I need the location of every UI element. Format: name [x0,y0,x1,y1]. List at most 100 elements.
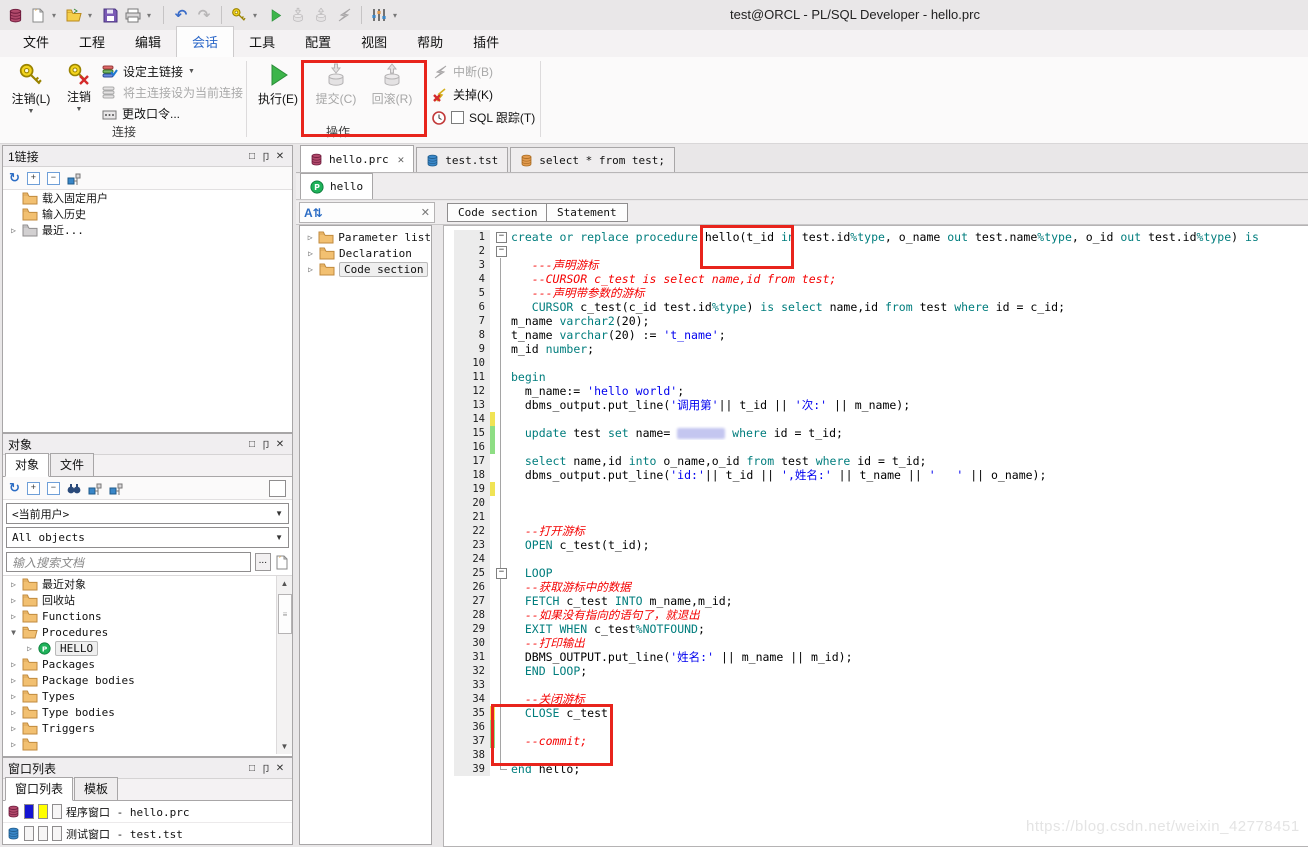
menu-插件[interactable]: 插件 [458,27,514,57]
code-line-20[interactable]: 20 [444,496,1308,510]
objects-item-Packages[interactable]: ▷ Packages [3,656,292,672]
code-line-12[interactable]: 12 m_name:= 'hello world'; [444,384,1308,398]
objects-item-item[interactable]: ▷ [3,736,292,752]
editor-tab-select * from test;[interactable]: select * from test; [510,147,676,172]
code-line-6[interactable]: 6 CURSOR c_test(c_id test.id%type) is se… [444,300,1308,314]
expand-arrow-icon[interactable]: ▷ [9,226,18,235]
objects-item-Functions[interactable]: ▷ Functions [3,608,292,624]
expand-arrow-icon[interactable]: ▷ [9,660,18,669]
close-session-button[interactable]: 关掉(K) [432,86,535,103]
expand-arrow-icon[interactable]: ▷ [25,644,34,653]
code-line-21[interactable]: 21 [444,510,1308,524]
user-filter-dropdown[interactable]: <当前用户> ▼ [6,503,289,524]
statement-button[interactable]: Statement [546,203,628,222]
float-icon[interactable]: □ [245,439,259,450]
break-button[interactable]: 中断(B) [432,63,535,80]
chevron-down-icon[interactable]: ▾ [52,11,60,20]
sql-trace-checkbox[interactable] [451,111,464,124]
code-line-23[interactable]: 23 OPEN c_test(t_id); [444,538,1308,552]
expand-all-icon[interactable]: + [26,171,40,185]
code-line-3[interactable]: 3 ---声明游标 [444,258,1308,272]
find-icon[interactable] [67,481,81,495]
rollback-gray-icon[interactable] [312,6,330,24]
undo-icon[interactable]: ↶ [172,6,190,24]
code-line-16[interactable]: 16 [444,440,1308,454]
fold-collapse-icon[interactable]: − [495,244,509,258]
float-icon[interactable]: □ [245,151,259,162]
expand-arrow-icon[interactable]: ▷ [9,612,18,621]
chevron-down-icon[interactable]: ▾ [147,11,155,20]
tab-文件[interactable]: 文件 [50,453,95,476]
code-line-17[interactable]: 17 select name,id into o_name,o_id from … [444,454,1308,468]
connections-item-最近...[interactable]: ▷ 最近... [3,222,292,238]
expand-all-icon[interactable]: + [26,481,40,495]
objects-item-最近对象[interactable]: ▷ 最近对象 [3,576,292,592]
code-line-28[interactable]: 28 --如果没有指向的语句了，就退出 [444,608,1308,622]
code-line-32[interactable]: 32 END LOOP; [444,664,1308,678]
object-filter-dropdown[interactable]: All objects ▼ [6,527,289,548]
collapse-all-icon[interactable]: − [46,481,60,495]
collapse-all-icon[interactable]: − [46,171,60,185]
code-line-13[interactable]: 13 dbms_output.put_line('调用第'|| t_id || … [444,398,1308,412]
close-icon[interactable]: ✕ [398,153,405,166]
code-line-11[interactable]: 11 begin [444,370,1308,384]
connections-item-输入历史[interactable]: 输入历史 [3,206,292,222]
close-icon[interactable]: ✕ [273,151,287,162]
expand-arrow-icon[interactable]: ▷ [9,676,18,685]
menu-会话[interactable]: 会话 [176,26,235,57]
execute-button[interactable]: 执行(E) [254,62,302,107]
menu-视图[interactable]: 视图 [346,27,402,57]
tab-对象[interactable]: 对象 [5,453,50,477]
expand-arrow-icon[interactable]: ▷ [9,580,18,589]
float-icon[interactable]: □ [245,763,259,774]
code-line-4[interactable]: 4 --CURSOR c_test is select name,id from… [444,272,1308,286]
pin-icon[interactable]: 卩 [259,437,273,452]
code-section-button[interactable]: Code section [447,203,549,222]
window-list-item[interactable]: 程序窗口 - hello.prc [3,801,292,823]
code-line-30[interactable]: 30 --打印输出 [444,636,1308,650]
nav-item-Declaration[interactable]: ▷ Declaration [300,245,431,261]
scrollbar[interactable]: ▲ ≡ ▼ [276,576,292,754]
expand-arrow-icon[interactable]: ▷ [306,249,315,258]
code-line-24[interactable]: 24 [444,552,1308,566]
pin-icon[interactable]: 卩 [259,149,273,164]
search-input[interactable]: 输入搜索文档 [6,552,251,572]
nav-item-Parameter list[interactable]: ▷ Parameter list [300,229,431,245]
code-line-14[interactable]: 14 [444,412,1308,426]
break-gray-icon[interactable] [335,6,353,24]
code-line-8[interactable]: 8 t_name varchar(20) := 't_name'; [444,328,1308,342]
tab-hello[interactable]: P hello [300,173,374,199]
code-line-31[interactable]: 31 DBMS_OUTPUT.put_line('姓名:' || m_name … [444,650,1308,664]
objects-item-HELLO[interactable]: ▷ P HELLO [3,640,292,656]
new-document-icon[interactable] [275,554,289,570]
expand-arrow-icon[interactable]: ▷ [306,233,314,242]
sort-icon[interactable]: A⇅ [304,206,323,220]
refresh-icon[interactable]: ↻ [9,171,20,184]
expand-arrow-icon[interactable]: ▷ [9,724,18,733]
connection-icon[interactable] [67,171,81,185]
expand-arrow-icon[interactable]: ▷ [9,596,18,605]
code-line-33[interactable]: 33 [444,678,1308,692]
set-main-as-current-button[interactable]: 将主连接设为当前连接 [102,84,243,101]
scroll-up-icon[interactable]: ▲ [277,576,292,591]
code-line-7[interactable]: 7 m_name varchar2(20); [444,314,1308,328]
commit-gray-icon[interactable] [289,6,307,24]
close-icon[interactable]: ✕ [273,439,287,450]
refresh-icon[interactable]: ↻ [9,481,20,494]
menu-编辑[interactable]: 编辑 [120,27,176,57]
scroll-thumb[interactable]: ≡ [278,594,292,634]
objects-item-Types[interactable]: ▷ Types [3,688,292,704]
redo-icon[interactable]: ↷ [195,6,213,24]
save-icon[interactable] [101,6,119,24]
code-line-29[interactable]: 29 EXIT WHEN c_test%NOTFOUND; [444,622,1308,636]
chevron-down-icon[interactable]: ▾ [88,11,96,20]
objects-item-Type bodies[interactable]: ▷ Type bodies [3,704,292,720]
expand-arrow-icon[interactable]: ▷ [306,265,315,274]
pin-icon[interactable]: 卩 [259,761,273,776]
menu-工具[interactable]: 工具 [234,27,290,57]
expand-arrow-icon[interactable]: ▷ [9,692,18,701]
fold-collapse-icon[interactable]: − [495,230,509,244]
window-list-item[interactable]: 测试窗口 - test.tst [3,823,292,844]
filter-icon[interactable] [88,481,102,495]
set-main-link-button[interactable]: 设定主链接 ▼ [102,63,243,80]
